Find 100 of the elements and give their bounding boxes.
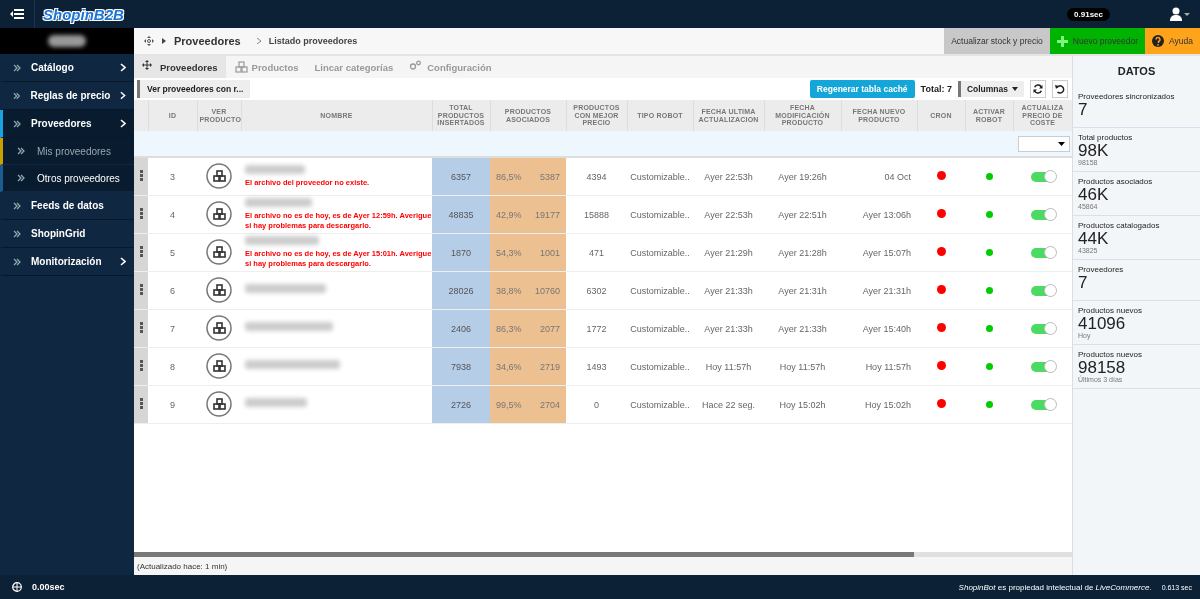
filter-button[interactable]: Ver proveedores con r... xyxy=(137,80,251,98)
stat-value: 7 xyxy=(1078,274,1089,291)
cubes-icon[interactable] xyxy=(206,238,232,265)
table-cell: Customizable.. xyxy=(630,209,690,220)
copyright-text: ShopinBot es propiedad intelectual de LiveCommerce. xyxy=(958,582,1152,592)
tab[interactable]: Productos xyxy=(225,56,307,78)
cubes-icon[interactable] xyxy=(206,314,232,341)
row-menu-icon[interactable] xyxy=(139,284,143,295)
table-cell: 15888 xyxy=(584,209,609,220)
toggle-switch[interactable] xyxy=(1030,209,1055,220)
table-cell: 471 xyxy=(589,247,604,258)
toggle-switch[interactable] xyxy=(1030,323,1055,334)
table-cell: Ayer 21:28h xyxy=(778,247,827,258)
double-chevron-icon xyxy=(17,147,25,155)
cubes-icon[interactable] xyxy=(206,390,232,417)
action-button[interactable]: Actualizar stock y precio xyxy=(944,28,1050,54)
stat-label: Productos catalogados xyxy=(1078,221,1161,230)
double-chevron-icon xyxy=(13,201,21,210)
sidebar-subitem[interactable]: Mis proveedores xyxy=(0,138,134,165)
double-chevron-icon xyxy=(13,63,21,72)
table-cell: 1772 xyxy=(586,323,607,334)
stat-label: Productos nuevos xyxy=(1078,350,1144,359)
caret-icon xyxy=(162,38,166,44)
table-cell: Customizable.. xyxy=(630,285,690,296)
table-cell: Ayer 21:33h xyxy=(778,323,827,334)
regenerate-button[interactable]: Regenerar tabla caché xyxy=(809,80,915,98)
row-menu-icon[interactable] xyxy=(139,170,143,181)
stat-value: 41096 xyxy=(1078,315,1127,332)
table-cell: 3 xyxy=(170,171,175,182)
table-cell: 5 xyxy=(170,247,175,258)
table-cell: 48835 xyxy=(448,209,474,220)
toggle-switch[interactable] xyxy=(1030,399,1055,410)
blurred-name xyxy=(245,164,305,174)
globe-icon xyxy=(12,582,22,592)
double-chevron-icon xyxy=(13,229,21,238)
table-cell: Ayer 22:51h xyxy=(778,209,827,220)
stat-label: Total productos xyxy=(1078,133,1134,142)
timer-badge: 0.91sec xyxy=(1067,7,1110,21)
table-cell: Ayer 19:26h xyxy=(778,171,827,182)
table-cell: 2726 xyxy=(451,399,471,410)
table-cell: 2704 xyxy=(539,399,560,410)
cubes-icon xyxy=(233,60,248,74)
tab[interactable]: Proveedores xyxy=(134,56,226,78)
total-count: Total: 7 xyxy=(920,84,952,94)
table-cell: 86,5% xyxy=(496,171,522,182)
stat-value: 44K xyxy=(1078,230,1110,247)
move-icon xyxy=(144,36,154,46)
double-chevron-icon xyxy=(17,174,25,182)
chevron-icon xyxy=(120,119,126,128)
logo[interactable]: ShopinB2B xyxy=(43,5,124,23)
toggle-switch[interactable] xyxy=(1030,247,1055,258)
breadcrumb-link[interactable]: Proveedores xyxy=(174,35,241,47)
menu-icon[interactable] xyxy=(10,8,24,20)
sidebar-subitem[interactable]: Otros proveedores xyxy=(0,165,134,192)
timer-text: 0.00sec xyxy=(32,582,65,592)
row-menu-icon[interactable] xyxy=(139,398,143,409)
sidebar-item[interactable]: Proveedores xyxy=(0,110,134,138)
row-menu-icon[interactable] xyxy=(139,208,143,219)
stat-value: 98K xyxy=(1078,142,1109,159)
columns-dropdown[interactable]: Columnas xyxy=(957,81,1024,97)
table-cell: 7 xyxy=(170,323,175,334)
table-cell: 19177 xyxy=(534,209,560,220)
table-cell: Customizable.. xyxy=(630,247,690,258)
undo-icon xyxy=(1055,84,1065,94)
table-cell: 5387 xyxy=(539,171,560,182)
table-cell: 28026 xyxy=(448,285,474,296)
tab[interactable]: Configuración xyxy=(401,56,500,78)
action-button[interactable]: Nuevo proveedor xyxy=(1049,28,1146,54)
toggle-switch[interactable] xyxy=(1030,361,1055,372)
table-cell: 54,3% xyxy=(496,247,522,258)
blurred-logo xyxy=(48,35,86,47)
cubes-icon[interactable] xyxy=(206,200,232,227)
chevron-icon xyxy=(256,38,261,44)
table-cell: Ayer 21:33h xyxy=(704,285,753,296)
table-cell: Customizable.. xyxy=(630,171,690,182)
cubes-icon[interactable] xyxy=(206,352,232,379)
refresh-button[interactable] xyxy=(1030,80,1046,98)
table-cell: Hoy 11:57h xyxy=(779,361,826,372)
row-menu-icon[interactable] xyxy=(139,322,143,333)
table-cell: Ayer 15:40h xyxy=(862,323,911,334)
double-chevron-icon xyxy=(13,119,21,128)
stat-label: Productos nuevos xyxy=(1078,306,1144,315)
table-cell: 6357 xyxy=(451,171,471,182)
toggle-switch[interactable] xyxy=(1030,171,1055,182)
row-menu-icon[interactable] xyxy=(139,246,143,257)
double-chevron-icon xyxy=(13,91,21,100)
caret-icon xyxy=(1058,141,1065,146)
table-cell: 1870 xyxy=(451,247,471,258)
table-cell: Ayer 21:31h xyxy=(862,285,911,296)
row-menu-icon[interactable] xyxy=(139,360,143,371)
tab[interactable]: Lincar categorías xyxy=(306,56,402,78)
double-chevron-icon xyxy=(13,257,21,266)
undo-button[interactable] xyxy=(1052,80,1068,98)
cubes-icon[interactable] xyxy=(206,276,232,303)
cubes-icon[interactable] xyxy=(206,162,232,189)
table-cell: 6 xyxy=(170,285,175,296)
toggle-switch[interactable] xyxy=(1030,285,1055,296)
scrollbar[interactable] xyxy=(134,552,1072,557)
action-button[interactable]: Ayuda xyxy=(1145,28,1200,54)
user-icon[interactable] xyxy=(1170,7,1190,21)
